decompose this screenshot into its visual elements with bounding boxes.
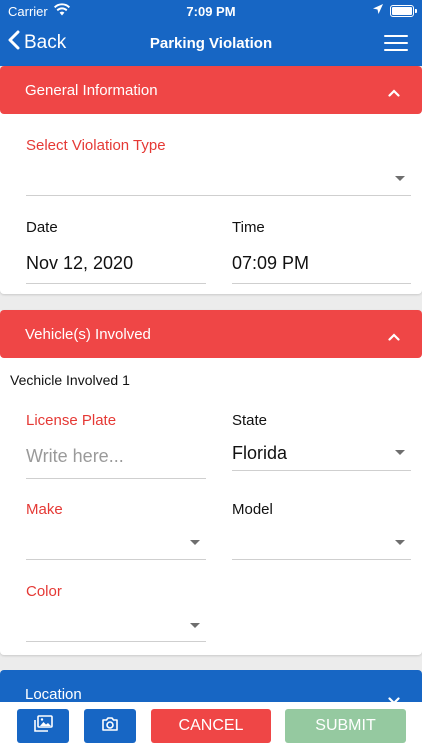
hamburger-menu-icon[interactable] <box>384 35 408 53</box>
location-title: Location <box>25 686 82 703</box>
violation-type-select[interactable]: Select Violation Type <box>26 137 411 197</box>
chevron-up-icon <box>388 84 400 101</box>
vehicles-title: Vehicle(s) Involved <box>25 326 151 343</box>
time-value: 07:09 PM <box>232 253 310 273</box>
state-label: State <box>232 412 268 429</box>
time-field[interactable]: Time 07:09 PM <box>232 219 411 285</box>
status-time: 7:09 PM <box>186 4 236 19</box>
page-title: Parking Violation <box>149 35 273 52</box>
gallery-button[interactable] <box>17 709 69 743</box>
make-select[interactable]: Make <box>26 501 206 561</box>
chevron-up-icon <box>388 328 400 345</box>
make-label: Make <box>26 501 63 518</box>
submit-button[interactable]: SUBMIT <box>285 709 406 743</box>
status-bar: Carrier 7:09 PM <box>0 0 422 22</box>
state-value: Florida <box>232 443 288 463</box>
color-label: Color <box>26 583 62 600</box>
license-plate-input[interactable]: License Plate Write here... <box>26 412 206 480</box>
dropdown-caret-icon <box>190 623 200 628</box>
date-label: Date <box>26 219 58 236</box>
gallery-icon <box>33 714 53 738</box>
bottom-action-bar: CANCEL SUBMIT <box>0 702 422 750</box>
dropdown-caret-icon <box>395 176 405 181</box>
license-plate-label: License Plate <box>26 412 117 429</box>
date-field[interactable]: Date Nov 12, 2020 <box>26 219 206 285</box>
general-info-header[interactable]: General Information <box>0 66 422 114</box>
camera-icon <box>101 716 119 737</box>
model-select[interactable]: Model <box>232 501 411 561</box>
general-info-title: General Information <box>25 82 158 99</box>
battery-icon <box>390 5 417 17</box>
license-plate-placeholder: Write here... <box>26 446 124 466</box>
dropdown-caret-icon <box>395 540 405 545</box>
vehicles-header[interactable]: Vehicle(s) Involved <box>0 310 422 358</box>
location-arrow-icon <box>372 3 384 18</box>
violation-type-label: Select Violation Type <box>26 137 166 154</box>
time-label: Time <box>232 219 265 236</box>
state-select[interactable]: State Florida <box>232 412 411 472</box>
dropdown-caret-icon <box>190 540 200 545</box>
camera-button[interactable] <box>84 709 136 743</box>
model-label: Model <box>232 501 273 518</box>
dropdown-caret-icon <box>395 450 405 455</box>
cancel-button[interactable]: CANCEL <box>151 709 271 743</box>
vehicle-subtitle: Vechicle Involved 1 <box>10 372 130 388</box>
nav-bar: Back Parking Violation <box>0 22 422 66</box>
date-value: Nov 12, 2020 <box>26 253 134 273</box>
color-select[interactable]: Color <box>26 583 206 643</box>
